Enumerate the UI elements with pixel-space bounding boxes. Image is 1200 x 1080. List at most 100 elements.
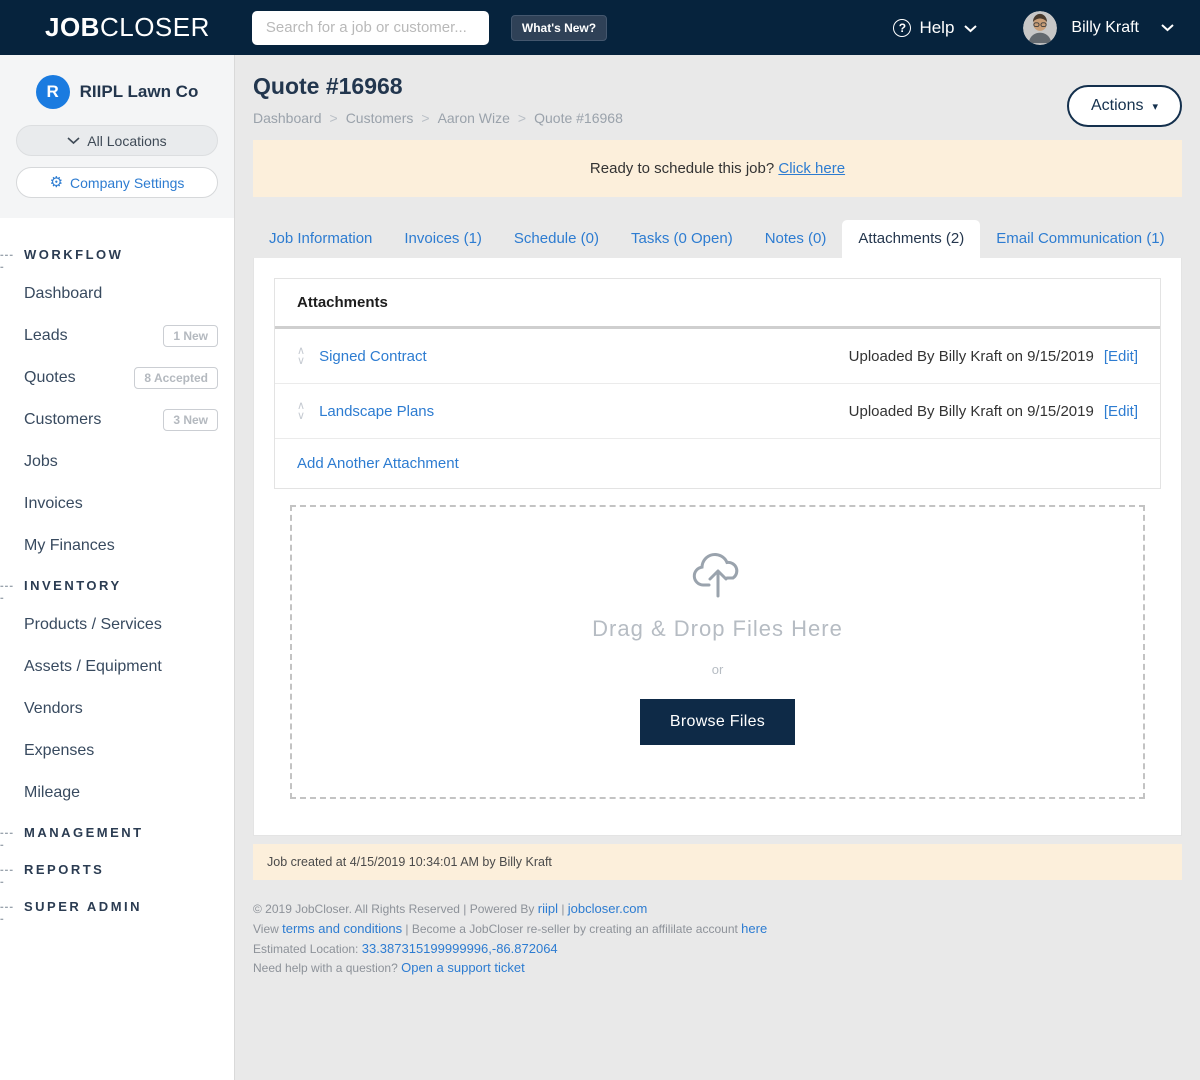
tab-attachments-2[interactable]: Attachments (2) [842,220,980,258]
help-icon: ? [893,19,911,37]
edit-attachment-link[interactable]: [Edit] [1104,348,1138,365]
sidebar-item-invoices[interactable]: Invoices [0,483,234,525]
footer-link[interactable]: jobcloser.com [568,901,647,916]
avatar[interactable] [1023,11,1057,45]
edit-attachment-link[interactable]: [Edit] [1104,403,1138,420]
tab-invoices-1[interactable]: Invoices (1) [388,220,498,258]
sidebar-section-reports[interactable]: ----REPORTS [0,851,234,888]
dropzone-or: or [292,662,1143,677]
reorder-handle[interactable]: ∧∨ [297,401,305,421]
footer-link[interactable]: Open a support ticket [401,960,525,975]
add-attachment-link[interactable]: Add Another Attachment [297,455,459,472]
section-label: MANAGEMENT [24,825,144,840]
browse-files-button[interactable]: Browse Files [640,699,795,745]
schedule-click-here-link[interactable]: Click here [778,160,845,177]
footer-link[interactable]: terms and conditions [282,921,402,936]
breadcrumb-separator: > [421,110,429,126]
attachments-card: Attachments ∧∨Signed ContractUploaded By… [274,278,1161,489]
sidebar-section-workflow[interactable]: ---- WORKFLOW [0,236,234,273]
sidebar-section-management[interactable]: ----MANAGEMENT [0,814,234,851]
footer-link[interactable]: riipl [538,901,558,916]
footer-link[interactable]: here [741,921,767,936]
user-menu-name[interactable]: Billy Kraft [1071,19,1139,37]
sidebar-item-quotes[interactable]: Quotes8 Accepted [0,357,234,399]
sidebar-section-super-admin[interactable]: ----SUPER ADMIN [0,888,234,925]
section-label: INVENTORY [24,578,122,593]
sidebar-item-label: Invoices [24,495,83,513]
actions-button[interactable]: Actions ▾ [1067,85,1182,127]
tab-email-communication-1[interactable]: Email Communication (1) [980,220,1180,258]
sidebar-item-expenses[interactable]: Expenses [0,730,234,772]
help-label: Help [919,18,954,38]
sidebar-item-jobs[interactable]: Jobs [0,441,234,483]
page-header: Quote #16968 Dashboard > Customers > Aaron W… [253,55,1182,127]
sidebar-item-assets-equipment[interactable]: Assets / Equipment [0,646,234,688]
user-chevron-down-icon[interactable] [1161,19,1174,37]
tab-notes-0[interactable]: Notes (0) [749,220,843,258]
global-search [252,11,489,45]
gear-icon: ⚙ [50,175,63,190]
section-label: WORKFLOW [24,247,123,262]
cloud-upload-icon [690,549,746,599]
sidebar-item-mileage[interactable]: Mileage [0,772,234,814]
sidebar-item-products-services[interactable]: Products / Services [0,604,234,646]
sidebar-item-dashboard[interactable]: Dashboard [0,273,234,315]
attachment-name-link[interactable]: Signed Contract [319,348,427,365]
logo-light: CLOSER [100,12,210,42]
sidebar-item-label: Jobs [24,453,58,471]
uploaded-by-text: Uploaded By Billy Kraft on 9/15/2019 [849,403,1094,420]
tab-job-information[interactable]: Job Information [253,220,388,258]
breadcrumb-item-customers[interactable]: Customers [346,110,414,126]
sidebar-badge: 8 Accepted [134,367,218,389]
sidebar-item-label: Dashboard [24,285,102,303]
company-settings-button[interactable]: ⚙ Company Settings [16,167,218,198]
tab-schedule-0[interactable]: Schedule (0) [498,220,615,258]
section-dash-icon: ---- [0,249,14,273]
section-dash-icon: ---- [0,580,14,604]
sidebar-item-customers[interactable]: Customers3 New [0,399,234,441]
help-menu[interactable]: ? Help [893,18,977,38]
tab-tasks-0-open[interactable]: Tasks (0 Open) [615,220,749,258]
breadcrumb-item-quote-16968: Quote #16968 [534,110,623,126]
attachment-row-left: ∧∨ Landscape Plans [297,401,434,421]
tab-bar: Job InformationInvoices (1)Schedule (0)T… [253,220,1182,258]
breadcrumb: Dashboard>Customers>Aaron Wize>Quote #16… [253,110,623,126]
attachments-panel: Attachments ∧∨Signed ContractUploaded By… [253,258,1182,836]
attachment-rows: ∧∨ Signed Contract Uploaded By Billy Kraft… [275,329,1160,439]
footer-text: | [558,902,568,916]
footer-text: | Become a JobCloser re-seller by creati… [402,922,741,936]
breadcrumb-item-aaron-wize[interactable]: Aaron Wize [438,110,510,126]
file-dropzone[interactable]: Drag & Drop Files Here or Browse Files [290,505,1145,799]
attachment-row-left: ∧∨ Signed Contract [297,346,427,366]
footer-line-2: View terms and conditions | Become a Job… [253,920,1182,938]
section-label: REPORTS [24,862,104,877]
section-dash-icon: ---- [0,901,14,925]
footer-link[interactable]: 33.387315199999996,-86.872064 [362,941,558,956]
sidebar-item-vendors[interactable]: Vendors [0,688,234,730]
chevron-down-icon: ∨ [297,411,305,421]
dropzone-title: Drag & Drop Files Here [292,616,1143,642]
company-logo: R [36,75,70,109]
search-input[interactable] [252,11,489,45]
actions-label: Actions [1091,97,1143,115]
breadcrumb-item-dashboard[interactable]: Dashboard [253,110,322,126]
sidebar-section-inventory[interactable]: ---- INVENTORY [0,567,234,604]
page-footer: © 2019 JobCloser. All Rights Reserved | … [253,900,1182,977]
attachment-row-right: Uploaded By Billy Kraft on 9/15/2019 [Edi… [849,403,1138,420]
sidebar-item-my-finances[interactable]: My Finances [0,525,234,567]
attachment-name-link[interactable]: Landscape Plans [319,403,434,420]
logo-bold: JOB [45,12,100,42]
chevron-down-icon [964,18,977,38]
attachment-row: ∧∨ Signed Contract Uploaded By Billy Kraft… [275,329,1160,384]
navbar-right: ? Help Billy Kraft [893,11,1200,45]
whats-new-button[interactable]: What's New? [511,15,607,41]
reorder-handle[interactable]: ∧∨ [297,346,305,366]
uploaded-by-text: Uploaded By Billy Kraft on 9/15/2019 [849,348,1094,365]
sidebar-item-label: Assets / Equipment [24,658,162,676]
breadcrumb-separator: > [518,110,526,126]
schedule-notice-text: Ready to schedule this job? [590,160,778,177]
sidebar-item-leads[interactable]: Leads1 New [0,315,234,357]
all-locations-dropdown[interactable]: All Locations [16,125,218,156]
sidebar-item-label: Customers [24,411,101,429]
sidebar-badge: 1 New [163,325,218,347]
